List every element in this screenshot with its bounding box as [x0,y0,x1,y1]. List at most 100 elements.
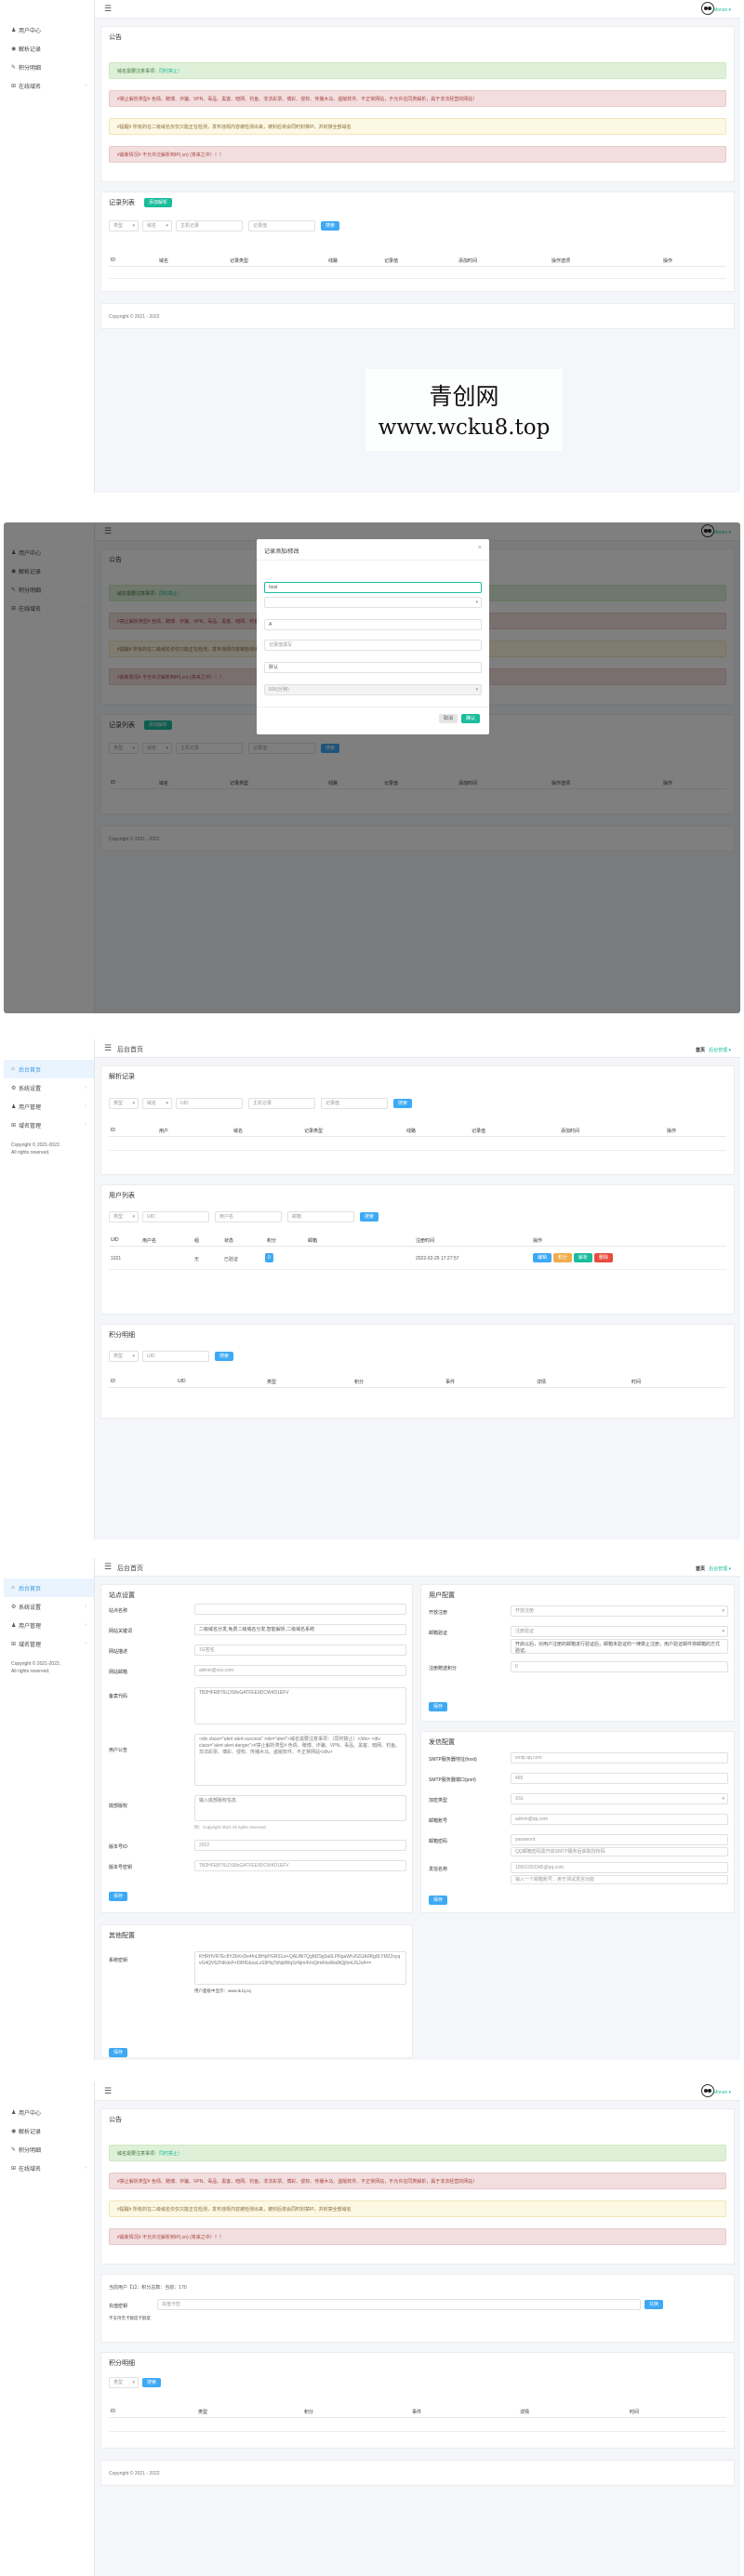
record-modal: 记录添加/修改 × host A 记录值填写 默认 600(分钟) 取消 确认 [257,539,489,734]
home-icon: ⌂ [11,1585,15,1591]
version-id-input[interactable]: 2022 [194,1840,406,1851]
recharge-card: 当前用户【1】：积分总数：当前：170 充值密钥 充值卡密 兑换 不支持无卡额度… [100,2274,735,2343]
value-input[interactable]: 记录值 [321,1098,388,1109]
sidebar-item-domains[interactable]: ⊞在线域名‹ [4,2159,94,2177]
value-input[interactable]: 记录值 [248,220,315,231]
points-type-select[interactable]: 类型 [109,1351,139,1362]
add-record-button[interactable]: 添加解析 [144,198,173,207]
redeem-button[interactable]: 兑换 [644,2300,664,2309]
confirm-button[interactable]: 确认 [461,714,481,723]
user-settings-card: 用户配置 开放注册 开放注册 邮箱验证 注册验证 开启以后，对用户注册的邮箱进行… [420,1584,735,1722]
description-input[interactable]: 1G签名 [194,1645,406,1656]
notice-alert-yellow: #提醒# 所有的在二级域名仅仅只能正在检测，发布违规内容被检测出来，被封后将会同… [109,118,726,135]
sidebar-item-settings[interactable]: ⚙ 系统设置 ‹ [4,1597,94,1616]
points-type-select[interactable]: 类型 [109,2377,139,2388]
encryption-select[interactable]: SSL [511,1793,728,1804]
points-button[interactable]: 积分 [553,1253,573,1262]
search-button[interactable]: 搜索 [360,1212,379,1222]
menu-toggle-icon[interactable]: ☰ [104,2086,112,2096]
domain-field[interactable] [264,597,482,608]
save-site-button[interactable]: 保存 [109,1892,128,1901]
search-button[interactable]: 搜索 [215,1352,234,1361]
line-field[interactable]: 默认 [264,662,482,673]
host-input[interactable]: 主机记录 [176,220,243,231]
sidebar-item-points[interactable]: ✎积分明细 [4,58,94,76]
sidebar-item-records[interactable]: ◉解析记录 [4,2121,94,2140]
card-key-input[interactable]: 充值卡密 [157,2299,641,2310]
user-menu-link[interactable]: Monzo ▾ [713,2090,731,2095]
test-email-input[interactable]: 输入一个邮箱账号，用于测试发信功能 [511,1875,728,1884]
sidebar-item-admin-home[interactable]: ⌂ 后台首页 [4,1060,94,1078]
home-link[interactable]: 首页 [696,1565,705,1572]
sidebar-item-users[interactable]: ♟ 用户管理 ‹ [4,1616,94,1634]
site-email-input[interactable]: admin@xxx.com [194,1665,406,1676]
home-link[interactable]: 首页 [696,1047,705,1053]
uid-input[interactable]: UID [176,1098,243,1109]
menu-toggle-icon[interactable]: ☰ [104,1562,112,1572]
smtp-port-input[interactable]: 465 [511,1773,728,1784]
email-verify-select[interactable]: 注册验证 [511,1626,728,1637]
user-type-select[interactable]: 类型 [109,1211,139,1222]
sidebar-item-domain-admin[interactable]: ⊞ 域名管理 ‹ [4,1116,94,1134]
search-button[interactable]: 搜索 [142,2378,162,2387]
icp-textarea[interactable]: TB2HFEBT6LDS8xGATFEE9DCW4D1EFV [194,1687,406,1724]
close-icon[interactable]: × [478,545,482,551]
keywords-input[interactable]: 二级域名分发,免费二级域名分发,智能解析,二级域名系统 [194,1624,406,1635]
delete-button[interactable]: 删除 [594,1253,614,1262]
notice-card: 公告 域名需要注意事项：同时禁止） #禁止解析类型# 色情、赌博、诈骗、VPN、… [100,2108,735,2265]
footer-textarea[interactable]: 输入底部版权信息 [194,1795,406,1821]
ttl-field[interactable]: 600(分钟) [264,684,482,695]
top-bar: ☰ 后台首页 首页 后台管理 ▾ [95,1558,740,1577]
cancel-button[interactable]: 取消 [439,714,458,723]
sidebar-item-admin-home[interactable]: ⌂ 后台首页 [4,1579,94,1597]
sender-input[interactable]: 10001002345@qq.com [511,1862,728,1873]
domain-select[interactable]: 域名 [142,1098,172,1109]
avatar[interactable] [701,2084,714,2097]
type-select[interactable]: 类型 [109,220,139,231]
value-field[interactable]: 记录值填写 [264,640,482,651]
admin-menu-link[interactable]: 后台管理 ▾ [709,1047,731,1053]
sidebar-item-domains[interactable]: ⊞在线域名‹ [4,76,94,95]
save-smtp-button[interactable]: 保存 [429,1896,448,1905]
sidebar-item-points[interactable]: ✎积分明细 [4,2140,94,2159]
type-select[interactable]: 类型 [109,1098,139,1109]
save-other-button[interactable]: 保存 [109,2048,128,2057]
host-input[interactable]: 主机记录 [248,1098,315,1109]
uid-input[interactable]: UID [142,1351,209,1362]
menu-toggle-icon[interactable]: ☰ [104,1043,112,1053]
sidebar-copyright: Copyright © 2021-2022. All rights reserve… [11,1143,61,1156]
register-points-input[interactable]: 0 [511,1661,728,1672]
notice-textarea[interactable]: <div class="alert alert-success" role="a… [194,1734,406,1786]
register-select[interactable]: 开放注册 [511,1605,728,1617]
admin-menu-link[interactable]: 后台管理 ▾ [709,1565,731,1572]
smtp-pass-input[interactable]: password [511,1834,728,1845]
sidebar-item-users[interactable]: ♟ 用户管理 ‹ [4,1097,94,1116]
username-input[interactable]: 用户名 [215,1211,282,1222]
user-menu-link[interactable]: Monzo ▾ [713,7,731,13]
sidebar-item-user-center[interactable]: ♟用户中心 [4,20,94,39]
records-button[interactable]: 解析 [574,1253,593,1262]
menu-toggle-icon[interactable]: ☰ [104,4,112,14]
version-key-input[interactable]: TB2HFEBT6LDS8xGATFEE9DCW4D1EFV [194,1860,406,1871]
email-input[interactable]: 邮箱 [287,1211,354,1222]
uid-input[interactable]: UID [142,1211,209,1222]
edit-button[interactable]: 编辑 [533,1253,552,1262]
save-user-button[interactable]: 保存 [429,1702,448,1711]
search-button[interactable]: 搜索 [393,1099,413,1108]
watermark-url: www.wcku8.top [378,416,551,440]
smtp-user-input[interactable]: admin@qq.com [511,1814,728,1825]
avatar[interactable] [701,2,714,15]
sidebar-item-user-center[interactable]: ♟用户中心 [4,2103,94,2121]
sidebar-item-settings[interactable]: ⚙ 系统设置 ‹ [4,1078,94,1097]
gear-icon: ⚙ [11,1604,17,1610]
system-key-textarea[interactable]: KHRHVR7Ec8YZbXvDe4fnLBHpPGRS1zi+QAUNl7Qg… [194,1951,406,1985]
domain-select[interactable]: 域名 [142,220,172,231]
site-name-input[interactable] [194,1604,406,1615]
sidebar-item-records[interactable]: ◉解析记录 [4,39,94,58]
type-field[interactable]: A [264,619,482,630]
smtp-host-input[interactable]: smtp.qq.com [511,1752,728,1764]
user-icon: ♟ [11,2109,17,2116]
search-button[interactable]: 搜索 [321,221,340,231]
sidebar-item-domain-admin[interactable]: ⊞ 域名管理 ‹ [4,1634,94,1653]
host-field[interactable]: host [264,582,482,593]
